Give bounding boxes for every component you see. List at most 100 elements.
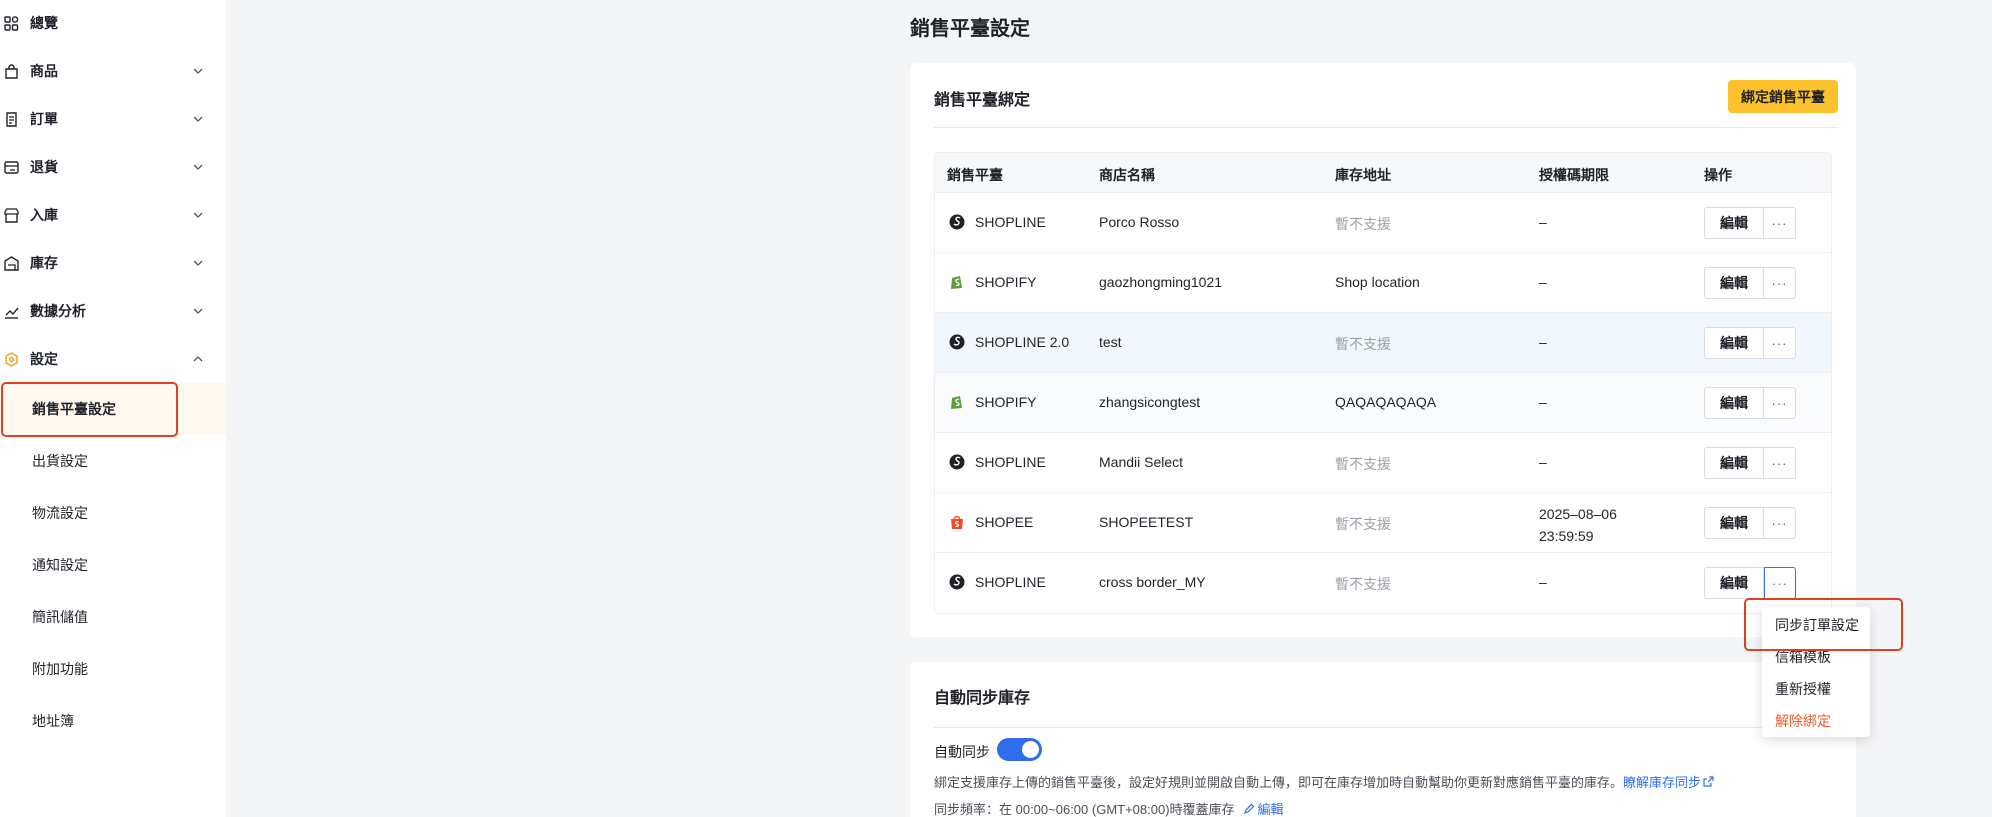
edit-frequency-link[interactable]: 編輯 bbox=[1243, 802, 1284, 817]
description-text: 綁定支援庫存上傳的銷售平臺後，設定好規則並開啟自動上傳，即可在庫存增加時自動幫助… bbox=[934, 775, 1624, 790]
edit-button[interactable]: 編輯 bbox=[1704, 507, 1764, 539]
platform-cell: SHOPIFY bbox=[935, 274, 1036, 290]
inventory-address: 暫不支援 bbox=[1335, 336, 1391, 352]
warehouse-icon bbox=[3, 255, 19, 271]
store-name: cross border_MY bbox=[1099, 574, 1206, 590]
sidebar-item-returns[interactable]: 退貨 bbox=[0, 143, 226, 191]
auth-expiry: – bbox=[1539, 274, 1547, 290]
card-title: 銷售平臺綁定 bbox=[934, 92, 1031, 109]
highlight-box-nav bbox=[1, 382, 178, 437]
store-name: Mandii Select bbox=[1099, 454, 1184, 470]
external-link-icon bbox=[1703, 776, 1714, 787]
table-row: SHOPIFY zhangsicongtest QAQAQAQAQA – 編輯 … bbox=[935, 373, 1831, 433]
settings-icon bbox=[3, 351, 19, 367]
learn-sync-link[interactable]: 瞭解庫存同步 bbox=[1623, 775, 1714, 790]
auth-expiry: 2025–08–06 23:59:59 bbox=[1539, 506, 1617, 544]
sidebar-subitem-label: 出貨設定 bbox=[32, 453, 88, 469]
divider bbox=[934, 727, 1838, 728]
sidebar-item-label: 總覽 bbox=[30, 15, 58, 31]
sidebar-subitem-label: 附加功能 bbox=[32, 661, 88, 677]
edit-button[interactable]: 編輯 bbox=[1704, 207, 1764, 239]
more-button[interactable]: ··· bbox=[1764, 507, 1796, 539]
platform-cell: SHOPLINE bbox=[935, 574, 1046, 590]
store-name: Porco Rosso bbox=[1099, 214, 1180, 230]
shopify-icon bbox=[949, 274, 965, 290]
platform-cell: SHOPIFY bbox=[935, 394, 1036, 410]
sidebar-item-products[interactable]: 商品 bbox=[0, 47, 226, 95]
edit-icon bbox=[1243, 803, 1254, 814]
sidebar-subitem-label: 通知設定 bbox=[32, 557, 88, 573]
store-name: zhangsicongtest bbox=[1099, 394, 1201, 410]
sidebar-item-inventory[interactable]: 庫存 bbox=[0, 239, 226, 287]
toggle-knob bbox=[1022, 741, 1039, 758]
chevron-down-icon bbox=[193, 164, 203, 170]
chevron-up-icon bbox=[193, 356, 203, 362]
sidebar-subitem-logistics[interactable]: 物流設定 bbox=[0, 487, 226, 539]
sidebar-item-label: 庫存 bbox=[30, 255, 58, 271]
inventory-address: 暫不支援 bbox=[1335, 216, 1391, 232]
auth-expiry: – bbox=[1539, 214, 1547, 230]
auth-expiry: – bbox=[1539, 394, 1547, 410]
sidebar-subitem-label: 物流設定 bbox=[32, 505, 88, 521]
more-button[interactable]: ··· bbox=[1764, 447, 1796, 479]
edit-button[interactable]: 編輯 bbox=[1704, 447, 1764, 479]
table-row: SHOPLINE 2.0 test 暫不支援 – 編輯 ··· bbox=[935, 313, 1831, 373]
sidebar-item-analytics[interactable]: 數據分析 bbox=[0, 287, 226, 335]
platform-table: 銷售平臺 商店名稱 庫存地址 授權碼期限 操作 SHOPLINE Porco R… bbox=[934, 152, 1832, 614]
platform-name: SHOPIFY bbox=[975, 274, 1037, 290]
inventory-address: QAQAQAQAQA bbox=[1335, 394, 1437, 410]
table-row: SHOPLINE Mandii Select 暫不支援 – 編輯 ··· bbox=[935, 433, 1831, 493]
sidebar-subitem-shipping[interactable]: 出貨設定 bbox=[0, 435, 226, 487]
platform-name: SHOPLINE bbox=[975, 574, 1046, 590]
menu-item-reauthorize[interactable]: 重新授權 bbox=[1775, 679, 1831, 699]
bind-platform-button[interactable]: 綁定銷售平臺 bbox=[1728, 80, 1838, 113]
edit-button[interactable]: 編輯 bbox=[1704, 387, 1764, 419]
more-button[interactable]: ··· bbox=[1764, 267, 1796, 299]
sidebar-item-label: 數據分析 bbox=[30, 303, 86, 319]
more-button[interactable]: ··· bbox=[1764, 207, 1796, 239]
sidebar-item-overview[interactable]: 總覽 bbox=[0, 0, 226, 47]
shopify-icon bbox=[949, 394, 965, 410]
auto-sync-toggle[interactable] bbox=[997, 738, 1042, 761]
shopline-icon bbox=[949, 214, 965, 230]
chevron-down-icon bbox=[193, 116, 203, 122]
auth-expiry: – bbox=[1539, 574, 1547, 590]
platform-name: SHOPEE bbox=[975, 514, 1034, 530]
table-row: SHOPLINE Porco Rosso 暫不支援 – 編輯 ··· bbox=[935, 193, 1831, 253]
sidebar-item-label: 設定 bbox=[30, 351, 58, 367]
table-row: SHOPLINE cross border_MY 暫不支援 – 編輯 ··· bbox=[935, 553, 1831, 613]
edit-button[interactable]: 編輯 bbox=[1704, 267, 1764, 299]
sidebar-item-inbound[interactable]: 入庫 bbox=[0, 191, 226, 239]
inventory-address: 暫不支援 bbox=[1335, 516, 1391, 532]
store-name: SHOPEETEST bbox=[1099, 514, 1194, 530]
edit-button[interactable]: 編輯 bbox=[1704, 327, 1764, 359]
chevron-down-icon bbox=[193, 212, 203, 218]
order-icon bbox=[3, 111, 19, 127]
chart-icon bbox=[3, 303, 19, 319]
more-button[interactable]: ··· bbox=[1764, 387, 1796, 419]
shopline-icon bbox=[949, 334, 965, 350]
store-name: test bbox=[1099, 334, 1122, 350]
edit-button[interactable]: 編輯 bbox=[1704, 567, 1764, 599]
sidebar-item-settings[interactable]: 設定 bbox=[0, 335, 226, 383]
divider bbox=[934, 127, 1838, 128]
menu-item-unbind[interactable]: 解除綁定 bbox=[1775, 711, 1831, 731]
column-header: 庫存地址 bbox=[1335, 167, 1391, 183]
sidebar-subitem-address-book[interactable]: 地址簿 bbox=[0, 695, 226, 747]
sidebar-item-label: 商品 bbox=[30, 63, 58, 79]
platform-name: SHOPLINE bbox=[975, 214, 1046, 230]
sidebar-item-orders[interactable]: 訂單 bbox=[0, 95, 226, 143]
platform-cell: SHOPLINE bbox=[935, 214, 1046, 230]
sidebar-subitem-notifications[interactable]: 通知設定 bbox=[0, 539, 226, 591]
sidebar-item-label: 退貨 bbox=[30, 159, 58, 175]
frequency-text: 同步頻率：在 00:00~06:00 (GMT+08:00)時覆蓋庫存 bbox=[934, 802, 1235, 817]
shopee-icon bbox=[949, 514, 965, 530]
shopline-icon bbox=[949, 454, 965, 470]
sidebar-subitem-addons[interactable]: 附加功能 bbox=[0, 643, 226, 695]
more-button[interactable]: ··· bbox=[1764, 327, 1796, 359]
column-header: 銷售平臺 bbox=[947, 167, 1003, 183]
sidebar-subitem-sms-topup[interactable]: 簡訊儲值 bbox=[0, 591, 226, 643]
platform-cell: SHOPLINE 2.0 bbox=[935, 334, 1069, 350]
more-button[interactable]: ··· bbox=[1764, 567, 1796, 599]
store-name: gaozhongming1021 bbox=[1099, 274, 1222, 290]
